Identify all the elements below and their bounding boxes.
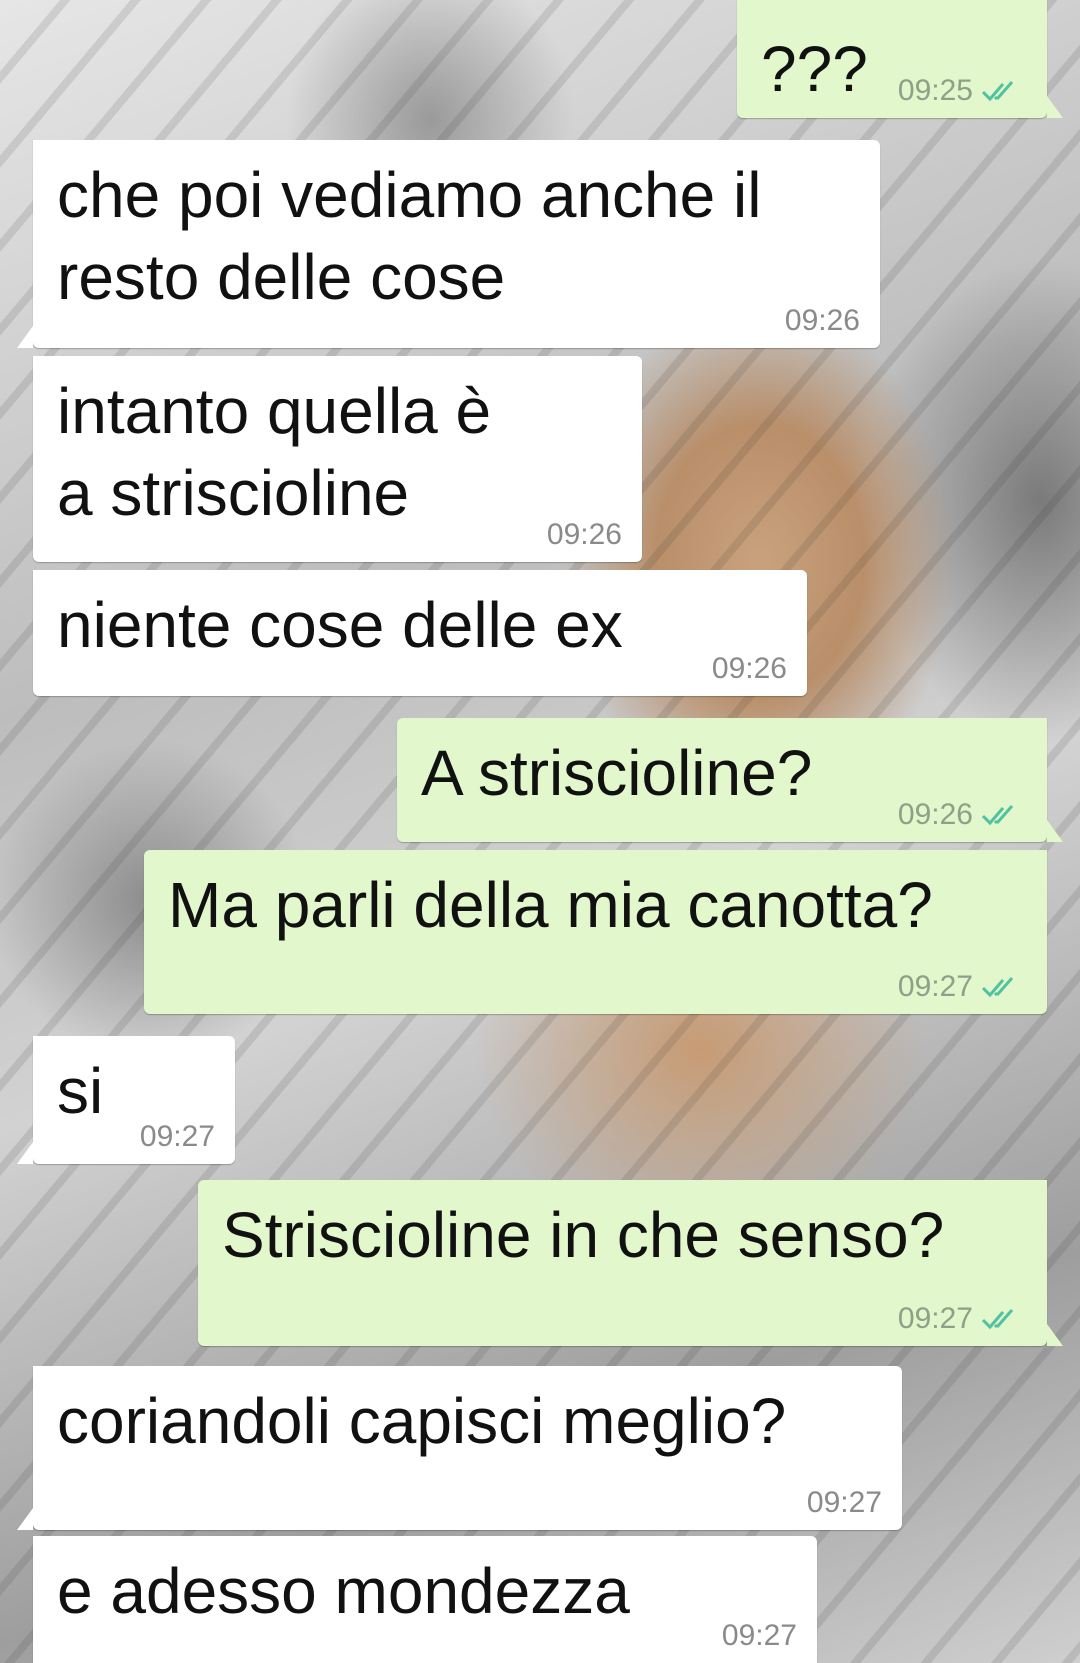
message-text: intanto quella è a striscioline — [57, 375, 492, 529]
message-meta: 09:26 — [547, 518, 622, 552]
message-bubble-outgoing[interactable]: Ma parli della mia canotta? 09:27 — [144, 850, 1047, 1014]
message-bubble-outgoing[interactable]: Striscioline in che senso? 09:27 — [198, 1180, 1063, 1346]
message-bubble-outgoing[interactable]: A striscioline? 09:26 — [397, 718, 1063, 842]
message-meta: 09:26 — [785, 304, 860, 338]
message-bubble-incoming[interactable]: coriandoli capisci meglio? 09:27 — [17, 1366, 902, 1530]
message-bubble-outgoing[interactable]: ??? 09:25 — [737, 0, 1063, 118]
message-meta: 09:27 — [722, 1619, 797, 1653]
message-meta: 09:27 — [807, 1486, 882, 1520]
message-meta: 09:26 — [898, 798, 1027, 832]
message-text: che poi vediamo anche il resto delle cos… — [57, 159, 762, 313]
message-meta: 09:27 — [898, 970, 1027, 1004]
message-time: 09:27 — [806, 1486, 882, 1519]
message-time: 09:25 — [897, 74, 973, 107]
message-meta: 09:26 — [712, 652, 787, 686]
double-check-icon — [981, 977, 1014, 998]
message-text: coriandoli capisci meglio? — [57, 1385, 787, 1457]
message-text: Striscioline in che senso? — [222, 1199, 945, 1271]
double-check-icon — [981, 1309, 1014, 1330]
message-time: 09:26 — [897, 798, 973, 831]
message-bubble-incoming[interactable]: e adesso mondezza 09:27 — [33, 1536, 817, 1663]
message-bubble-incoming[interactable]: niente cose delle ex 09:26 — [33, 570, 807, 696]
message-bubble-incoming[interactable]: si 09:27 — [17, 1036, 235, 1164]
double-check-icon — [981, 81, 1014, 102]
message-bubble-incoming[interactable]: intanto quella è a striscioline 09:26 — [33, 356, 642, 562]
message-time: 09:27 — [897, 970, 973, 1003]
message-bubble-incoming[interactable]: che poi vediamo anche il resto delle cos… — [17, 140, 880, 348]
message-time: 09:26 — [784, 304, 860, 337]
message-time: 09:27 — [897, 1302, 973, 1335]
message-meta: 09:25 — [898, 74, 1027, 108]
message-text: niente cose delle ex — [57, 589, 623, 661]
message-time: 09:27 — [139, 1120, 215, 1153]
message-time: 09:26 — [546, 518, 622, 551]
message-text: si — [57, 1055, 104, 1127]
double-check-icon — [981, 805, 1014, 826]
message-meta: 09:27 — [140, 1120, 215, 1154]
message-time: 09:26 — [711, 652, 787, 685]
message-text: Ma parli della mia canotta? — [168, 869, 933, 941]
message-meta: 09:27 — [898, 1302, 1027, 1336]
message-text: A striscioline? — [421, 737, 813, 809]
message-time: 09:27 — [721, 1619, 797, 1652]
message-text: e adesso mondezza — [57, 1555, 630, 1627]
